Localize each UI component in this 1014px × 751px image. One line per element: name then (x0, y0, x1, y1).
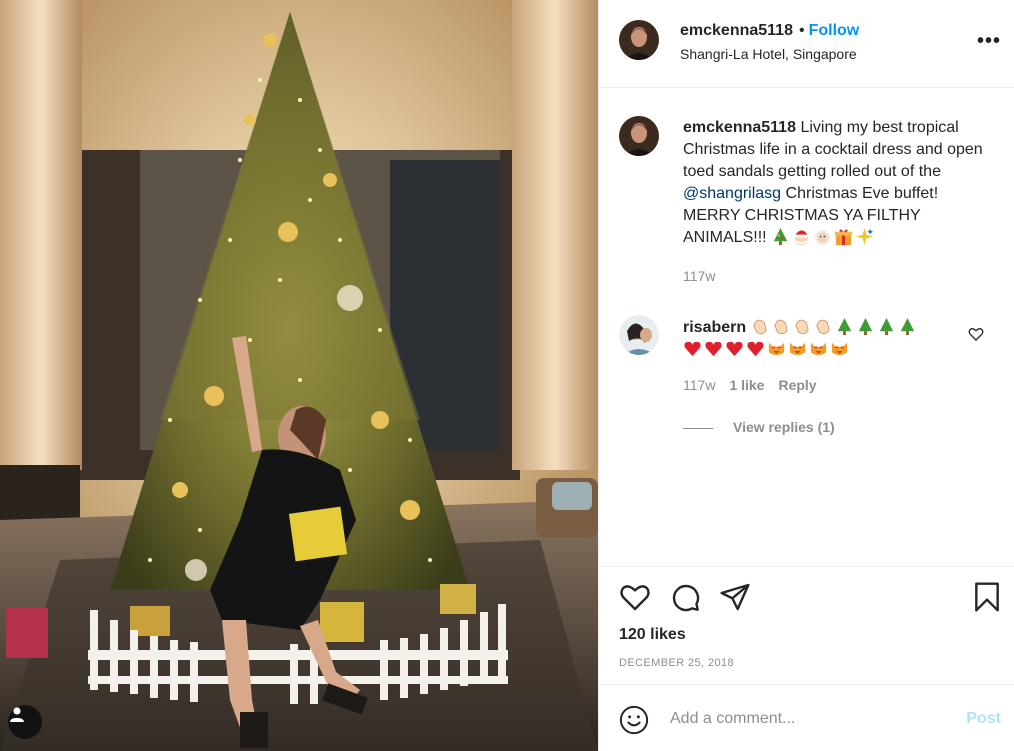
caption-emojis (771, 227, 876, 246)
more-options-icon[interactable]: ••• (977, 30, 1001, 53)
commenter-username[interactable]: risabern (683, 319, 746, 336)
mrs-claus-emoji (814, 229, 831, 246)
christmas-tree-emoji (879, 317, 893, 336)
red-heart-emoji (726, 341, 743, 357)
comment-icon[interactable] (669, 581, 701, 613)
clap-emoji (753, 319, 767, 335)
like-comment-heart-icon[interactable] (968, 326, 984, 342)
replies-divider-line (683, 427, 713, 429)
heart-eyes-cat-emoji (810, 342, 827, 356)
comment-text: risabern (683, 317, 943, 361)
author-avatar[interactable] (619, 20, 659, 60)
bookmark-icon[interactable] (971, 581, 1003, 613)
clap-emoji (795, 319, 809, 335)
avatar-image (619, 315, 659, 355)
post-comment-button[interactable]: Post (966, 710, 1001, 728)
heart-eyes-cat-emoji (831, 342, 848, 356)
emoji-icon[interactable] (619, 705, 649, 735)
commenter-avatar[interactable] (619, 315, 659, 355)
caption-timestamp[interactable]: 117w (683, 268, 715, 284)
caption-avatar[interactable] (619, 116, 659, 156)
caption-mention-link[interactable]: @shangrilasg (683, 185, 781, 202)
heart-icon[interactable] (619, 581, 651, 613)
heart-eyes-cat-emoji (768, 342, 785, 356)
red-heart-emoji (684, 341, 701, 357)
share-icon[interactable] (719, 581, 751, 613)
post-location[interactable]: Shangri-La Hotel, Singapore (680, 46, 857, 62)
gift-emoji (834, 229, 853, 246)
comment-emojis-row2 (683, 341, 851, 358)
view-replies-button[interactable]: View replies (1) (683, 419, 835, 435)
red-heart-emoji (705, 341, 722, 357)
christmas-tree-emoji (773, 227, 788, 246)
post-date[interactable]: DECEMBER 25, 2018 (619, 657, 734, 669)
comment-emojis-row1 (751, 317, 919, 336)
christmas-tree-emoji (837, 317, 851, 336)
post-caption: emckenna5118 Living my best tropical Chr… (683, 117, 983, 249)
likes-count[interactable]: 120 likes (619, 626, 686, 644)
santa-emoji (794, 230, 809, 246)
comment-timestamp[interactable]: 117w (683, 377, 715, 393)
avatar-image (619, 116, 659, 156)
tagged-user-button[interactable] (8, 705, 42, 739)
author-username[interactable]: emckenna5118 (680, 22, 793, 39)
avatar-image (619, 20, 659, 60)
comment-meta: 117w 1 like Reply (683, 377, 817, 393)
follow-button[interactable]: Follow (809, 22, 860, 39)
christmas-tree-emoji (900, 317, 914, 336)
post-details-panel: emckenna5118 • Follow Shangri-La Hotel, Si… (598, 0, 1014, 751)
heart-eyes-cat-emoji (789, 342, 806, 356)
separator-dot: • (798, 22, 805, 39)
add-comment-bar: Add a comment... Post (599, 684, 1014, 751)
comment-input[interactable]: Add a comment... (670, 710, 795, 728)
user-icon (10, 707, 24, 722)
sparkles-emoji (855, 227, 874, 246)
reply-button[interactable]: Reply (778, 377, 816, 393)
post-actions-bar: 120 likes DECEMBER 25, 2018 (599, 566, 1014, 684)
view-replies-label: View replies (1) (733, 419, 835, 435)
red-heart-emoji (747, 341, 764, 357)
post-photo[interactable] (0, 0, 598, 751)
christmas-tree-emoji (858, 317, 872, 336)
header-user-line: emckenna5118 • Follow (680, 22, 859, 40)
post-header: emckenna5118 • Follow Shangri-La Hotel, Si… (599, 0, 1014, 88)
comment-likes-count[interactable]: 1 like (729, 377, 764, 393)
christmas-tree-photo (0, 0, 598, 751)
clap-emoji (816, 319, 830, 335)
clap-emoji (774, 319, 788, 335)
caption-username[interactable]: emckenna5118 (683, 119, 796, 136)
